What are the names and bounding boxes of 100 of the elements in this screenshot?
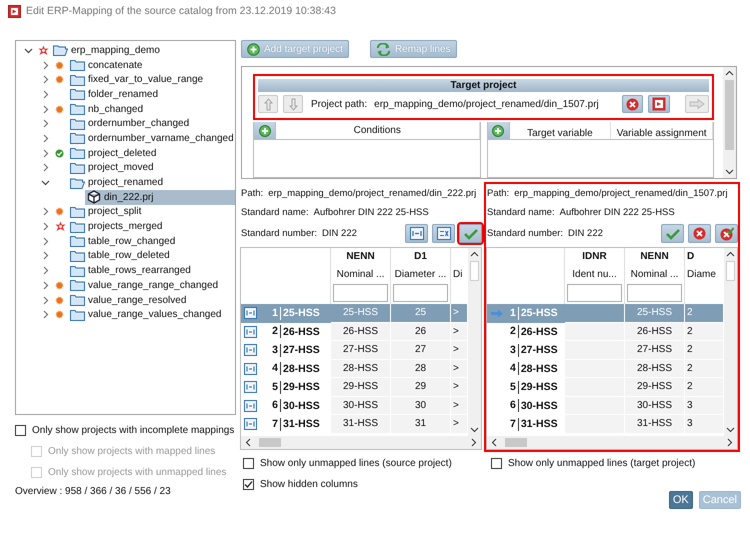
icon-button[interactable] xyxy=(405,224,428,243)
table-row[interactable]: 4 28-HSS 28-HSS 28 > xyxy=(241,360,468,378)
table-row[interactable]: 7 31-HSS 31-HSS 31 > xyxy=(241,415,468,434)
row-number: 5 xyxy=(510,380,519,394)
tree-item[interactable]: nb_changed xyxy=(68,102,235,116)
vertical-scrollbar[interactable] xyxy=(723,67,736,178)
column-header[interactable]: Variable assignment xyxy=(611,122,713,140)
chevron-icon[interactable] xyxy=(726,251,735,257)
table-row[interactable]: 2 26-HSS 26-HSS 26 > xyxy=(241,322,468,341)
table-row[interactable]: 5 29-HSS 29-HSS 2 xyxy=(487,378,724,396)
vertical-scrollbar[interactable] xyxy=(468,248,481,436)
folder-icon xyxy=(70,59,85,72)
column-header[interactable]: Conditions xyxy=(276,122,480,140)
table-cell: 27-HSS xyxy=(331,341,391,360)
column-code: NENN xyxy=(640,251,669,262)
table-cell: 27 xyxy=(391,341,451,360)
checkbox[interactable] xyxy=(243,478,254,490)
tree-item[interactable]: concatenate xyxy=(68,58,235,72)
table-row[interactable]: 7 31-HSS 31-HSS 3 xyxy=(487,415,724,434)
icon-button[interactable] xyxy=(648,95,670,114)
checkbox[interactable] xyxy=(491,458,502,468)
tree-item[interactable]: erp_mapping_demo xyxy=(51,43,235,58)
table-cell: > xyxy=(451,341,468,360)
checkbox-label: Show only unmapped lines (source project) xyxy=(260,458,452,468)
filter-field[interactable] xyxy=(567,284,622,302)
table-row[interactable]: 3 27-HSS 27-HSS 27 > xyxy=(241,341,468,360)
column-header[interactable]: Target variable xyxy=(510,122,612,140)
icon-button[interactable] xyxy=(688,224,711,243)
standard-number-value: DIN 222 xyxy=(322,228,357,239)
row-number: 2 xyxy=(264,325,281,338)
field-label: Standard number: xyxy=(487,228,564,239)
tree-item[interactable]: projects_merged xyxy=(68,219,235,234)
table-row[interactable]: 4 28-HSS 28-HSS 2 xyxy=(487,360,724,378)
tree-item[interactable]: value_range_range_changed xyxy=(68,278,235,293)
tree-item[interactable]: din_222.prj xyxy=(85,190,235,205)
checkbox-label: Only show projects with mapped lines xyxy=(48,446,216,456)
tree-item[interactable]: project_deleted xyxy=(68,146,235,160)
icon-button[interactable] xyxy=(622,95,643,114)
table-cell: 30 xyxy=(391,396,451,415)
add-button[interactable] xyxy=(254,122,276,140)
column-code: NENN xyxy=(346,251,375,262)
filter-field[interactable] xyxy=(393,284,448,302)
table-row[interactable]: 2 26-HSS 26-HSS 2 xyxy=(487,322,724,341)
tree-item-label: table_row_changed xyxy=(88,236,176,247)
table-row[interactable]: 3 27-HSS 27-HSS 2 xyxy=(487,341,724,360)
tree-item[interactable]: ordernumber_changed xyxy=(68,116,235,132)
scrollbar-thumb[interactable] xyxy=(725,80,734,150)
table-cell: 3 xyxy=(685,415,724,434)
scrollbar-thumb[interactable] xyxy=(726,261,735,281)
tree-item[interactable]: value_range_resolved xyxy=(68,292,235,308)
icon-button[interactable] xyxy=(432,224,455,243)
scrollbar-thumb[interactable] xyxy=(259,438,281,447)
horizontal-scrollbar[interactable] xyxy=(241,436,481,449)
table-row[interactable]: 6 30-HSS 30-HSS 30 > xyxy=(241,396,468,415)
tree-item[interactable]: project_renamed xyxy=(68,175,235,190)
tree-item[interactable]: folder_renamed xyxy=(68,87,235,102)
folder-icon xyxy=(70,132,85,144)
tree-item[interactable]: fixed_var_to_value_range xyxy=(68,72,235,88)
filter-field[interactable] xyxy=(333,284,388,302)
horizontal-scrollbar[interactable] xyxy=(487,436,737,449)
icon-button[interactable] xyxy=(715,224,738,243)
tree-item-label: concatenate xyxy=(88,60,142,71)
chevron-icon[interactable] xyxy=(491,438,497,447)
tree-item[interactable]: table_rows_rearranged xyxy=(68,263,235,278)
overview-text: Overview : 958 / 366 / 36 / 556 / 23 xyxy=(15,486,172,497)
checkbox[interactable] xyxy=(15,424,26,436)
table-row[interactable]: 5 29-HSS 29-HSS 29 > xyxy=(241,378,468,396)
tree-item[interactable]: table_row_deleted xyxy=(68,248,235,264)
checkmark-icon xyxy=(666,228,680,240)
dialog-button[interactable]: OK xyxy=(668,491,693,509)
scrollbar-thumb[interactable] xyxy=(470,261,479,281)
tree-item[interactable]: project_split xyxy=(68,204,235,220)
vertical-scrollbar[interactable] xyxy=(724,248,737,436)
table-row[interactable]: 6 30-HSS 30-HSS 3 xyxy=(487,396,724,415)
table-cell: 31-HSS xyxy=(625,415,685,434)
chevron-icon[interactable] xyxy=(470,251,479,257)
add-button[interactable] xyxy=(488,122,510,140)
table-cell: > xyxy=(451,360,468,378)
folder-icon xyxy=(70,88,85,100)
chevron-icon[interactable] xyxy=(725,70,734,76)
table-cell: 29-HSS xyxy=(625,378,685,396)
column-description: Di xyxy=(453,268,462,282)
tree-item[interactable]: value_range_values_changed xyxy=(68,307,235,322)
tree-item-label: project_moved xyxy=(88,162,154,174)
row-key: 26-HSS xyxy=(281,326,331,338)
tree-item-label: folder_renamed xyxy=(88,88,158,100)
chevron-icon[interactable] xyxy=(245,438,251,447)
checkbox[interactable] xyxy=(243,458,254,468)
tree-item[interactable]: table_row_changed xyxy=(68,234,235,249)
tree-item[interactable]: project_moved xyxy=(68,160,235,176)
chevron-icon[interactable] xyxy=(24,46,33,55)
icon-button[interactable] xyxy=(661,224,684,243)
plus-icon xyxy=(492,124,504,137)
tree-item[interactable]: ordernumber_varname_changed xyxy=(68,131,235,146)
icon-button[interactable] xyxy=(459,224,482,243)
folder-icon xyxy=(70,147,85,160)
chevron-icon[interactable] xyxy=(41,178,50,188)
filter-field[interactable] xyxy=(627,284,682,302)
scrollbar-thumb[interactable] xyxy=(505,438,527,447)
chevron-icon[interactable] xyxy=(725,169,734,175)
